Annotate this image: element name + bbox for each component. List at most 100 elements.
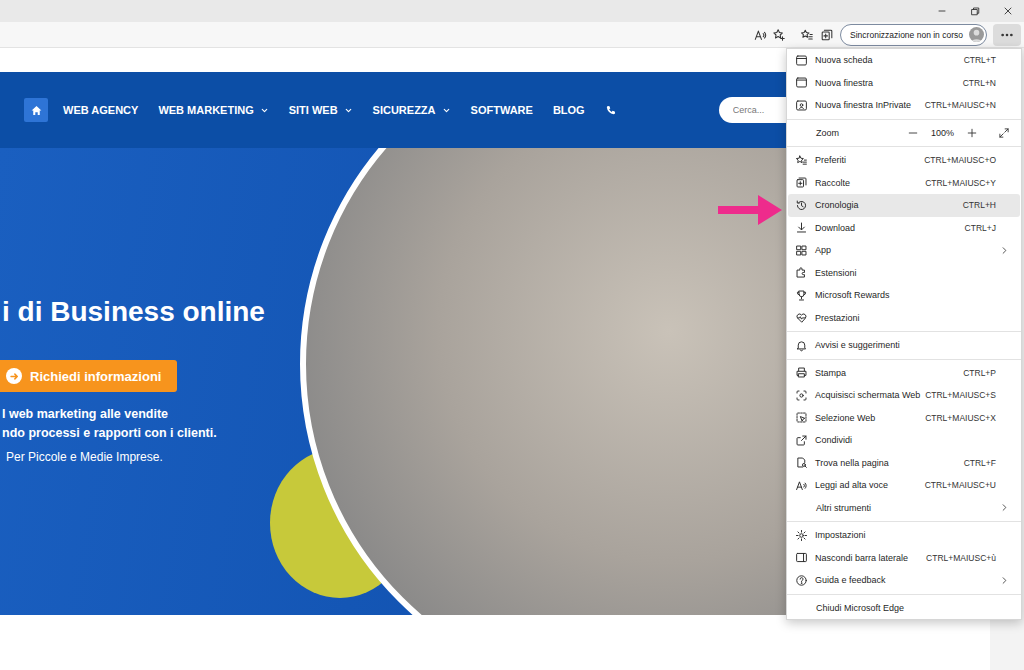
settings-more-button[interactable] — [993, 24, 1021, 46]
menu-item[interactable]: Condividi — [788, 429, 1020, 452]
minus-icon[interactable] — [907, 127, 919, 139]
home-icon — [30, 104, 43, 117]
settings-menu: Nuova schedaCTRL+TNuova finestraCTRL+NNu… — [786, 48, 1022, 620]
extensions-icon-svg — [795, 266, 808, 279]
close-button[interactable] — [991, 0, 1024, 22]
favorites-icon-svg — [800, 28, 814, 42]
menu-item-body: DownloadCTRL+J — [795, 221, 1010, 235]
menu-item[interactable]: Microsoft Rewards — [788, 284, 1020, 307]
nav-item[interactable]: WEB MARKETING — [158, 104, 268, 116]
phone-icon-svg — [605, 104, 617, 116]
menu-item-body: Acquisisci schermata WebCTRL+MAIUSC+S — [795, 388, 1010, 402]
print-icon-svg — [795, 366, 808, 379]
zoom-row: Zoom100% — [795, 127, 1010, 139]
new-tab-icon-svg — [795, 54, 808, 67]
menu-item[interactable]: Leggi ad alta voceCTRL+MAIUSC+U — [788, 474, 1020, 497]
restore-button[interactable] — [958, 0, 991, 22]
arrow-right-icon — [9, 371, 20, 382]
menu-item[interactable]: Selezione WebCTRL+MAIUSC+X — [788, 407, 1020, 430]
new-window-icon — [795, 76, 808, 89]
menu-item[interactable]: Altri strumenti — [788, 497, 1020, 520]
menu-label: Leggi ad alta voce — [815, 480, 919, 490]
collections-icon-svg — [795, 176, 808, 189]
gear-icon — [795, 529, 808, 542]
read-aloud-icon[interactable] — [754, 28, 768, 42]
minimize-icon — [936, 5, 948, 17]
chevron-spacer — [996, 528, 1010, 542]
nav-label: WEB AGENCY — [63, 104, 138, 116]
title-bar — [0, 0, 1024, 22]
sidebar-icon — [795, 551, 808, 564]
menu-item[interactable]: RaccolteCTRL+MAIUSC+Y — [788, 172, 1020, 195]
restore-icon-svg — [969, 5, 981, 17]
menu-label: Acquisisci schermata Web — [815, 390, 919, 400]
menu-shortcut: CTRL+MAIUSC+X — [925, 413, 996, 423]
menu-item[interactable]: Zoom100% — [788, 122, 1020, 145]
menu-shortcut: CTRL+N — [963, 78, 996, 88]
collections-icon[interactable] — [820, 28, 834, 42]
menu-item-body: Condividi — [795, 433, 1010, 447]
menu-item[interactable]: Impostazioni — [788, 524, 1020, 547]
screenshot-icon-svg — [795, 389, 808, 402]
menu-label: Nuova finestra — [815, 78, 957, 88]
sync-button[interactable]: Sincronizzazione non in corso — [840, 24, 987, 46]
request-info-button[interactable]: Richiedi informazioni — [0, 360, 177, 392]
menu-label: Nuova finestra InPrivate — [815, 100, 919, 110]
menu-item[interactable]: Acquisisci schermata WebCTRL+MAIUSC+S — [788, 384, 1020, 407]
menu-label: Preferiti — [815, 155, 918, 165]
home-icon-svg — [30, 104, 43, 117]
share-icon — [795, 434, 808, 447]
menu-shortcut: CTRL+MAIUSC+O — [924, 155, 996, 165]
read-aloud-icon — [795, 479, 808, 492]
more-icon — [1000, 28, 1014, 42]
home-button[interactable] — [24, 98, 48, 122]
menu-item[interactable]: DownloadCTRL+J — [788, 217, 1020, 240]
menu-item[interactable]: Nuova finestra CTRL+N — [788, 72, 1020, 95]
chevron-spacer — [996, 551, 1010, 565]
nav-item[interactable]: WEB AGENCY — [63, 104, 138, 116]
menu-item[interactable]: Avvisi e suggerimenti — [788, 334, 1020, 357]
nav-item[interactable]: BLOG — [553, 104, 585, 116]
plus-icon[interactable] — [966, 127, 978, 139]
fullscreen-icon[interactable] — [998, 127, 1010, 139]
menu-item[interactable]: Trova nella paginaCTRL+F — [788, 452, 1020, 475]
add-favorite-icon[interactable] — [772, 28, 786, 42]
menu-item[interactable]: Preferiti CTRL+MAIUSC+O — [788, 149, 1020, 172]
menu-item[interactable]: Chiudi Microsoft Edge — [788, 597, 1020, 620]
help-icon — [795, 574, 808, 587]
chevron-spacer — [996, 98, 1010, 112]
more-icon-svg — [1000, 28, 1014, 42]
chevron-right-icon — [999, 245, 1010, 256]
menu-item[interactable]: CronologiaCTRL+H — [788, 194, 1020, 217]
menu-shortcut: CTRL+MAIUSC+N — [925, 100, 996, 110]
menu-item[interactable]: Nascondi barra lateraleCTRL+MAIUSC+ù — [788, 547, 1020, 570]
favorites-icon — [795, 154, 808, 167]
menu-item-body: CronologiaCTRL+H — [795, 198, 1010, 212]
collections-icon — [795, 176, 808, 189]
menu-item[interactable]: Nuova finestra InPrivate CTRL+MAIUSC+N — [788, 94, 1020, 117]
menu-shortcut: CTRL+MAIUSC+Y — [925, 178, 996, 188]
menu-item[interactable]: Estensioni — [788, 262, 1020, 285]
page-bottom — [0, 615, 990, 670]
favorites-icon[interactable] — [800, 28, 814, 42]
chevron-spacer — [996, 433, 1010, 447]
menu-item[interactable]: Nuova schedaCTRL+T — [788, 49, 1020, 72]
apps-icon — [795, 244, 808, 257]
menu-item[interactable]: StampaCTRL+P — [788, 362, 1020, 385]
nav-item[interactable]: SITI WEB — [289, 104, 353, 116]
menu-item[interactable]: Guida e feedback — [788, 569, 1020, 592]
menu-item[interactable]: App — [788, 239, 1020, 262]
menu-label: Altri strumenti — [816, 503, 999, 513]
nav-item[interactable]: SICUREZZA — [373, 104, 451, 116]
minimize-button[interactable] — [925, 0, 958, 22]
menu-item-body: Estensioni — [795, 266, 1010, 280]
nav-item[interactable]: SOFTWARE — [471, 104, 533, 116]
chevron-spacer — [996, 456, 1010, 470]
help-icon-svg — [795, 574, 808, 587]
phone-icon[interactable] — [605, 104, 617, 116]
menu-label: Prestazioni — [815, 313, 996, 323]
find-icon-svg — [795, 456, 808, 469]
menu-item[interactable]: Prestazioni — [788, 307, 1020, 330]
sidebar-icon-svg — [795, 551, 808, 564]
menu-separator — [787, 331, 1021, 332]
